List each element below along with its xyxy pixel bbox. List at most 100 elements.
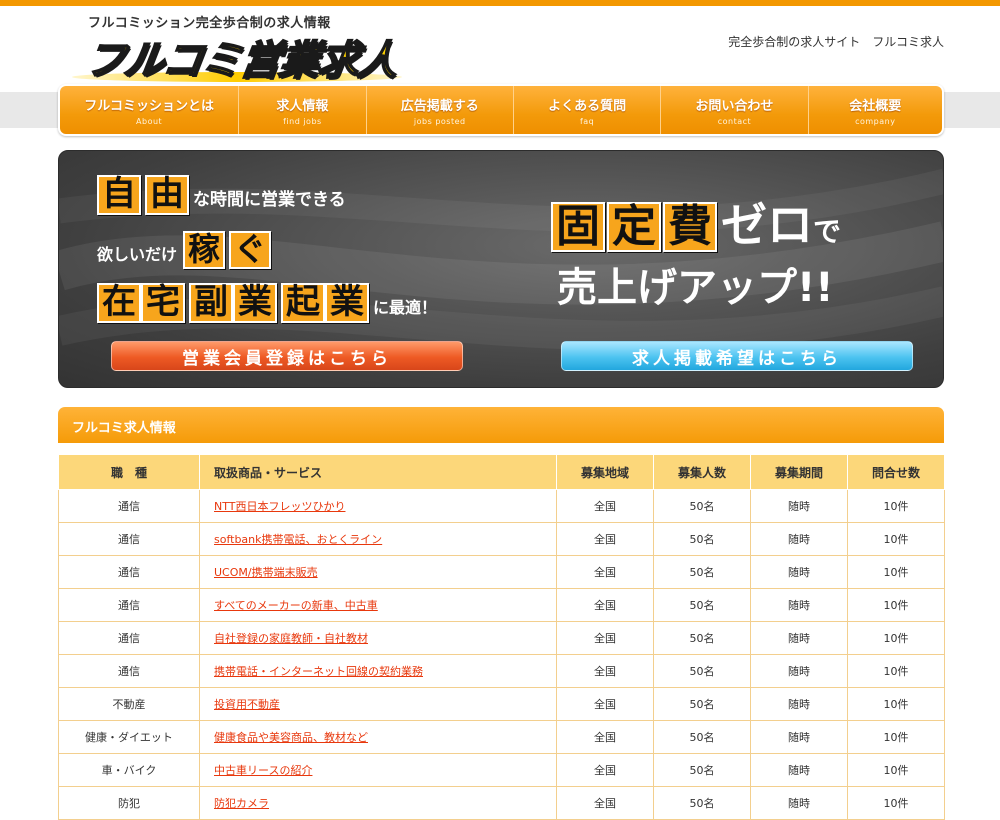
cell-region: 全国 <box>556 654 654 688</box>
nav-item-jobs-posted[interactable]: 広告掲載する jobs posted <box>367 86 514 134</box>
nav-item-label: お問い合わせ <box>695 98 774 114</box>
product-link[interactable]: softbank携帯電話、おとくライン <box>214 533 382 546</box>
nav-item-faq[interactable]: よくある質問 faq <box>514 86 662 134</box>
product-link[interactable]: 中古車リースの紹介 <box>214 764 312 777</box>
cell-headcount: 50名 <box>653 489 751 523</box>
table-header-row: 職 種 取扱商品・サービス 募集地域 募集人数 募集期間 問合せ数 <box>58 454 945 490</box>
cell-region: 全国 <box>556 588 654 622</box>
cell-product: softbank携帯電話、おとくライン <box>199 522 557 556</box>
nav-item-company[interactable]: 会社概要 company <box>809 86 942 134</box>
nav-item-label: 求人情報 <box>276 98 329 114</box>
product-link[interactable]: UCOM/携帯端末販売 <box>214 566 318 579</box>
table-row: 健康・ダイエット 健康食品や美容商品、教材など 全国 50名 随時 10件 <box>58 720 945 754</box>
section-title: フルコミ求人情報 <box>72 421 176 436</box>
cell-inquiries: 10件 <box>847 687 945 721</box>
cell-period: 随時 <box>750 522 848 556</box>
cell-period: 随時 <box>750 720 848 754</box>
logo-text: フルコミ営業求人 <box>81 37 401 85</box>
banner-text-ideal: に最適！ <box>373 298 438 317</box>
cell-period: 随時 <box>750 621 848 655</box>
cell-headcount: 50名 <box>653 687 751 721</box>
cell-product: すべてのメーカーの新車、中古車 <box>199 588 557 622</box>
product-link[interactable]: NTT西日本フレッツひかり <box>214 500 345 513</box>
cell-headcount: 50名 <box>653 621 751 655</box>
nav-item-label: フルコミッションとは <box>84 98 214 114</box>
hero-banner: 自由な時間に営業できる 欲しいだけ稼ぐ 在宅副業起業に最適！ 固定費ゼロで 売上… <box>58 150 944 388</box>
cell-period: 随時 <box>750 753 848 787</box>
cell-headcount: 50名 <box>653 522 751 556</box>
nav-item-label: よくある質問 <box>548 98 627 114</box>
cell-period: 随時 <box>750 555 848 589</box>
table-row: 防犯 防犯カメラ 全国 50名 随時 10件 <box>58 786 945 820</box>
banner-word-gu: ぐ <box>229 231 272 269</box>
banner-text-as-much: 欲しいだけ <box>97 245 178 264</box>
banner-word-zai: 在 <box>97 283 141 323</box>
col-header-region: 募集地域 <box>556 454 654 490</box>
nav-item-label: 会社概要 <box>849 98 902 114</box>
cell-product: 防犯カメラ <box>199 786 557 820</box>
cell-inquiries: 10件 <box>847 720 945 754</box>
cell-headcount: 50名 <box>653 720 751 754</box>
cell-region: 全国 <box>556 786 654 820</box>
product-link[interactable]: すべてのメーカーの新車、中古車 <box>214 599 378 612</box>
cell-job-type: 不動産 <box>58 687 200 721</box>
nav-item-sublabel: faq <box>579 116 595 126</box>
cell-product: 投資用不動産 <box>199 687 557 721</box>
cell-period: 随時 <box>750 654 848 688</box>
nav-item-sublabel: contact <box>717 116 752 126</box>
col-header-product: 取扱商品・サービス <box>199 454 557 490</box>
cell-product: 自社登録の家庭教師・自社教材 <box>199 621 557 655</box>
banner-word-yu: 由 <box>145 175 189 215</box>
col-header-headcount: 募集人数 <box>653 454 751 490</box>
col-header-job-type: 職 種 <box>58 454 200 490</box>
nav-item-about[interactable]: フルコミッションとは About <box>60 86 240 134</box>
cell-product: 中古車リースの紹介 <box>199 753 557 787</box>
job-posting-button[interactable]: 求人掲載希望はこちら <box>561 341 913 371</box>
cell-headcount: 50名 <box>653 786 751 820</box>
cell-headcount: 50名 <box>653 555 751 589</box>
banner-line-1: 自由な時間に営業できる <box>97 175 346 215</box>
cell-product: UCOM/携帯端末販売 <box>199 555 557 589</box>
cell-region: 全国 <box>556 720 654 754</box>
site-logo[interactable]: フルコミ営業求人 <box>72 28 402 85</box>
job-listing-table: 職 種 取扱商品・サービス 募集地域 募集人数 募集期間 問合せ数 通信 NTT西… <box>58 454 945 820</box>
product-link[interactable]: 投資用不動産 <box>214 698 280 711</box>
cell-inquiries: 10件 <box>847 621 945 655</box>
table-row: 通信 UCOM/携帯端末販売 全国 50名 随時 10件 <box>58 555 945 589</box>
table-row: 通信 すべてのメーカーの新車、中古車 全国 50名 随時 10件 <box>58 588 945 622</box>
product-link[interactable]: 自社登録の家庭教師・自社教材 <box>214 632 368 645</box>
cell-inquiries: 10件 <box>847 555 945 589</box>
product-link[interactable]: 携帯電話・インターネット回線の契約業務 <box>214 665 423 678</box>
banner-word-kase: 稼 <box>183 231 226 269</box>
cell-period: 随時 <box>750 489 848 523</box>
cell-job-type: 健康・ダイエット <box>58 720 200 754</box>
cell-job-type: 通信 <box>58 489 200 523</box>
banner-word-gyo-1: 業 <box>233 283 277 323</box>
nav-item-find-jobs[interactable]: 求人情報 find jobs <box>239 86 367 134</box>
banner-text-free-time: な時間に営業できる <box>193 190 346 210</box>
cell-inquiries: 10件 <box>847 654 945 688</box>
member-signup-button[interactable]: 営業会員登録はこちら <box>111 341 463 371</box>
cell-inquiries: 10件 <box>847 489 945 523</box>
banner-word-ki: 起 <box>281 283 325 323</box>
cell-job-type: 通信 <box>58 654 200 688</box>
cell-product: NTT西日本フレッツひかり <box>199 489 557 523</box>
cell-inquiries: 10件 <box>847 522 945 556</box>
product-link[interactable]: 健康食品や美容商品、教材など <box>214 731 368 744</box>
nav-item-label: 広告掲載する <box>400 98 479 114</box>
table-row: 通信 NTT西日本フレッツひかり 全国 50名 随時 10件 <box>58 489 945 523</box>
cell-job-type: 通信 <box>58 522 200 556</box>
nav-item-contact[interactable]: お問い合わせ contact <box>661 86 809 134</box>
cell-job-type: 通信 <box>58 621 200 655</box>
banner-word-ji: 自 <box>97 175 141 215</box>
global-nav: フルコミッションとは About 求人情報 find jobs 広告掲載する jobs p… <box>58 84 944 136</box>
cell-region: 全国 <box>556 522 654 556</box>
site-tagline: 完全歩合制の求人サイト フルコミ求人 <box>728 35 944 49</box>
banner-text-de: で <box>813 215 842 248</box>
banner-text-zero: ゼロ <box>721 198 813 252</box>
cell-period: 随時 <box>750 786 848 820</box>
product-link[interactable]: 防犯カメラ <box>214 797 269 810</box>
cell-product: 携帯電話・インターネット回線の契約業務 <box>199 654 557 688</box>
cell-headcount: 50名 <box>653 654 751 688</box>
banner-right-line-2: 売上げアップ!! <box>557 265 834 311</box>
